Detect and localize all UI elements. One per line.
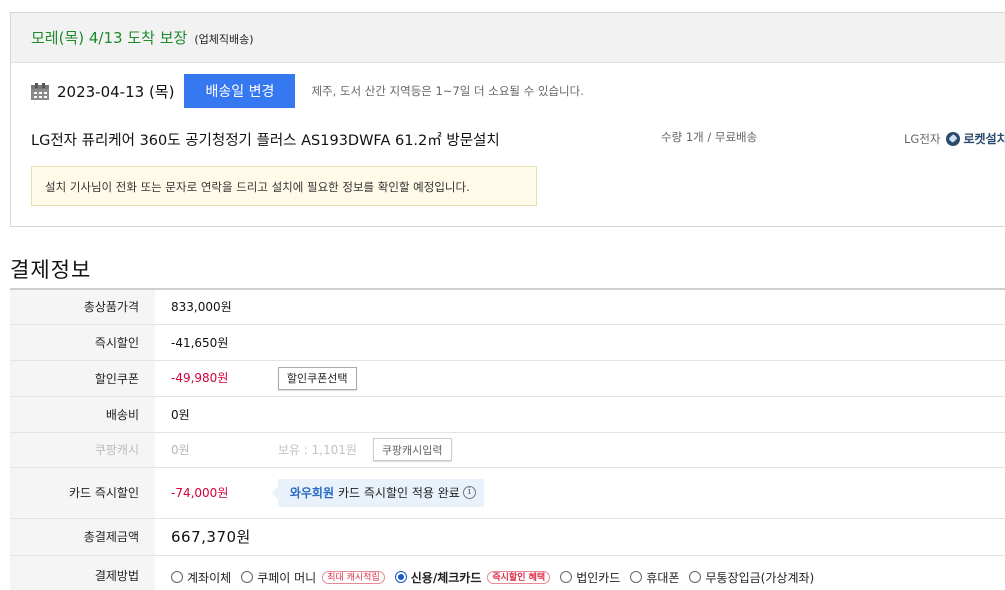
seller-info: LG전자 로켓설치 xyxy=(904,130,1005,147)
seller-name: LG전자 xyxy=(904,131,941,146)
rocket-icon xyxy=(946,131,961,146)
payment-method-radio[interactable] xyxy=(689,571,702,583)
wow-discount-tooltip: 와우회원 카드 즉시할인 적용 완료 i xyxy=(271,478,484,507)
table-row: 총결제금액 667,370원 xyxy=(10,518,1005,556)
quantity-info: 수량 1개 / 무료배송 xyxy=(661,130,758,144)
install-notice: 설치 기사님이 전화 또는 문자로 연락을 드리고 설치에 필요한 정보를 확인… xyxy=(31,166,537,206)
card-discount-label: 카드 즉시할인 xyxy=(10,467,155,519)
payment-method-option[interactable]: 신용/체크카드 즉시할인 혜택 xyxy=(394,569,551,586)
payment-method-label: 휴대폰 xyxy=(646,570,680,585)
payment-method-label: 법인카드 xyxy=(576,570,621,585)
payment-method-label: 신용/체크카드 xyxy=(410,570,482,585)
table-row: 배송비 0원 xyxy=(10,396,1005,433)
delivery-date: 2023-04-13 (목) xyxy=(57,82,175,101)
total-payment-value: 667,370원 xyxy=(171,528,251,546)
payment-method-options: 계좌이체 쿠페이 머니 최대 캐시적립 신용/체크카드 즉시할인 혜택 법인카드 휴대폰 무통… xyxy=(171,569,1005,586)
table-row: 할인쿠폰 -49,980원 할인쿠폰선택 xyxy=(10,360,1005,397)
coupang-cash-value: 0원 xyxy=(171,442,190,457)
wow-member-label: 와우회원 xyxy=(289,486,334,500)
enter-coupang-cash-button[interactable]: 쿠팡캐시입력 xyxy=(372,438,452,461)
table-row: 결제방법 계좌이체 쿠페이 머니 최대 캐시적립 신용/체크카드 즉시할인 혜택 법인카드… xyxy=(10,555,1005,590)
payment-method-radio[interactable] xyxy=(171,571,183,583)
payment-method-tag: 최대 캐시적립 xyxy=(322,570,385,584)
payment-method-option[interactable]: 쿠페이 머니 최대 캐시적립 xyxy=(241,569,385,586)
table-row: 쿠팡캐시 0원 보유 : 1,101원 쿠팡캐시입력 xyxy=(10,432,1005,468)
instant-discount-value: -41,650원 xyxy=(171,335,229,350)
total-price-label: 총상품가격 xyxy=(10,289,155,325)
payment-method-radio[interactable] xyxy=(630,571,643,583)
calendar-icon xyxy=(31,82,49,100)
delivery-date-row: 2023-04-13 (목) 배송일 변경 제주, 도서 산간 지역등은 1~7… xyxy=(31,74,584,108)
vendor-note: (업체직배송) xyxy=(194,33,254,46)
card-discount-value: -74,000원 xyxy=(171,486,229,500)
payment-method-label: 결제방법 xyxy=(10,555,155,590)
payment-method-label: 계좌이체 xyxy=(187,570,232,585)
payment-table: 총상품가격 833,000원 즉시할인 -41,650원 할인쿠폰 -49,98… xyxy=(10,288,1005,590)
rocket-install-label: 로켓설치 xyxy=(963,132,1005,146)
payment-method-option[interactable]: 휴대폰 xyxy=(630,569,679,586)
payment-method-tag: 즉시할인 혜택 xyxy=(487,570,551,584)
change-delivery-date-button[interactable]: 배송일 변경 xyxy=(184,74,296,108)
payment-method-label: 무통장입금(가상계좌) xyxy=(705,570,815,585)
table-row: 총상품가격 833,000원 xyxy=(10,289,1005,325)
shipping-section: 모레(목) 4/13 도착 보장 (업체직배송) 2023-04-13 (목) … xyxy=(10,12,1005,227)
payment-method-label: 쿠페이 머니 xyxy=(257,570,317,585)
coupon-discount-value: -49,980원 xyxy=(171,371,229,385)
payment-method-option[interactable]: 법인카드 xyxy=(560,569,620,586)
info-icon[interactable]: i xyxy=(462,486,476,499)
total-payment-label: 총결제금액 xyxy=(10,518,155,556)
delivery-fee-label: 배송비 xyxy=(10,396,155,433)
coupang-cash-label: 쿠팡캐시 xyxy=(10,432,155,468)
payment-method-radio[interactable] xyxy=(560,571,573,583)
coupon-label: 할인쿠폰 xyxy=(10,360,155,397)
product-name: LG전자 퓨리케어 360도 공기청정기 플러스 AS193DWFA 61.2㎡… xyxy=(31,133,500,149)
table-row: 즉시할인 -41,650원 xyxy=(10,324,1005,361)
arrival-heading: 모레(목) 4/13 도착 보장 xyxy=(31,29,188,47)
delivery-date-note: 제주, 도서 산간 지역등은 1~7일 더 소요될 수 있습니다. xyxy=(311,84,584,98)
select-coupon-button[interactable]: 할인쿠폰선택 xyxy=(277,366,357,390)
table-row: 카드 즉시할인 -74,000원 와우회원 카드 즉시할인 적용 완료 i xyxy=(10,467,1005,519)
delivery-fee-value: 0원 xyxy=(171,407,190,422)
instant-discount-label: 즉시할인 xyxy=(10,324,155,361)
payment-section-title: 결제정보 xyxy=(10,258,92,282)
payment-method-option[interactable]: 무통장입금(가상계좌) xyxy=(689,569,814,586)
coupang-cash-balance: 보유 : 1,101원 xyxy=(277,442,357,457)
payment-method-radio[interactable] xyxy=(241,571,254,583)
wow-discount-text: 카드 즉시할인 적용 완료 xyxy=(338,486,460,500)
payment-method-radio[interactable] xyxy=(394,571,407,583)
payment-method-option[interactable]: 계좌이체 xyxy=(171,569,231,586)
shipping-header: 모레(목) 4/13 도착 보장 (업체직배송) xyxy=(11,13,1005,63)
total-price-value: 833,000원 xyxy=(171,300,232,315)
